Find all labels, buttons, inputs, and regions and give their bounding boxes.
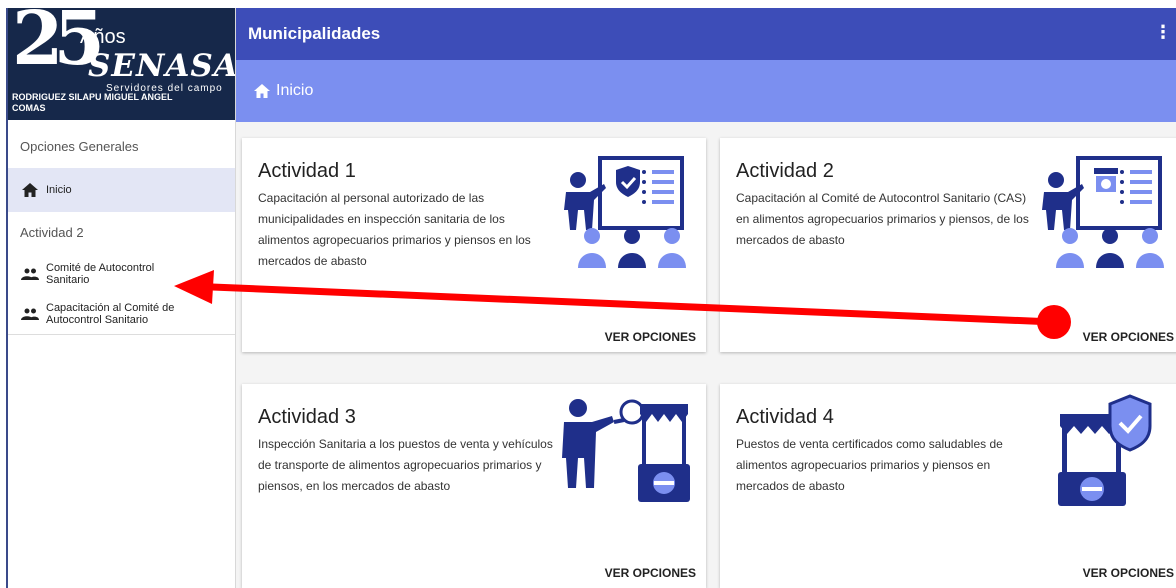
card-description: Inspección Sanitaria a los puestos de ve… — [258, 437, 553, 493]
brand-logo: 25 Años SENASA Servidores del campo RODR… — [8, 8, 235, 120]
label-line1: Comité de Autocontrol — [46, 262, 155, 274]
activity-card-4: Actividad 4 Puestos de venta certificado… — [720, 384, 1176, 588]
sidebar-section-general: Opciones Generales — [20, 139, 139, 154]
card-description: Puestos de venta certificados como salud… — [736, 437, 1003, 493]
logo-anos: Años — [80, 26, 126, 48]
ver-opciones-button[interactable]: VER OPCIONES — [1083, 566, 1174, 580]
activity-card-1: Actividad 1 Capacitación al personal aut… — [242, 138, 706, 352]
card-title: Actividad 1 — [258, 160, 356, 182]
activity-card-2: Actividad 2 Capacitación al Comité de Au… — [720, 138, 1176, 352]
user-name-line2: COMAS — [12, 103, 46, 113]
top-app-bar: Municipalidades ⋮ — [236, 8, 1176, 60]
sidebar-divider — [8, 334, 235, 335]
ver-opciones-button[interactable]: VER OPCIONES — [605, 566, 696, 580]
label-line2: Sanitario — [46, 274, 90, 286]
home-icon — [254, 84, 270, 98]
user-name-line1: RODRIGUEZ SILAPU MIGUEL ANGEL — [12, 92, 173, 102]
breadcrumb-bar: Inicio — [236, 60, 1176, 122]
sidebar-item-comite[interactable]: Comité de Autocontrol Sanitario — [8, 254, 235, 294]
group-icon — [20, 268, 40, 280]
app-window: 25 Años SENASA Servidores del campo RODR… — [6, 8, 1176, 588]
sidebar-section-activity: Actividad 2 — [20, 225, 84, 240]
sidebar-item-label: Inicio — [46, 184, 72, 196]
sidebar-item-label: Comité de Autocontrol Sanitario — [46, 262, 154, 286]
sidebar: 25 Años SENASA Servidores del campo RODR… — [8, 8, 236, 588]
certified-stall-icon — [1058, 394, 1152, 506]
page-title: Municipalidades — [248, 24, 381, 43]
ver-opciones-button[interactable]: VER OPCIONES — [605, 330, 696, 344]
logo-senasa: SENASA — [88, 48, 235, 84]
training-presentation-icon — [564, 156, 686, 268]
label-line1: Capacitación al Comité de — [46, 302, 175, 314]
card-description: Capacitación al Comité de Autocontrol Sa… — [736, 191, 1029, 247]
card-title: Actividad 4 — [736, 406, 834, 428]
inspector-stall-icon — [562, 399, 690, 502]
breadcrumb[interactable]: Inicio — [254, 82, 313, 100]
sidebar-item-inicio[interactable]: Inicio — [8, 168, 235, 212]
ver-opciones-button[interactable]: VER OPCIONES — [1083, 330, 1174, 344]
group-icon — [20, 308, 40, 320]
user-name: RODRIGUEZ SILAPU MIGUEL ANGEL COMAS — [12, 92, 212, 114]
market-training-icon — [1042, 156, 1164, 268]
kebab-menu-icon[interactable]: ⋮ — [1154, 22, 1172, 43]
label-line2: Autocontrol Sanitario — [46, 314, 149, 326]
sidebar-item-capacitacion[interactable]: Capacitación al Comité de Autocontrol Sa… — [8, 294, 235, 334]
breadcrumb-label: Inicio — [276, 82, 314, 99]
card-title: Actividad 3 — [258, 406, 356, 428]
sidebar-item-label: Capacitación al Comité de Autocontrol Sa… — [46, 302, 174, 326]
home-icon — [20, 183, 40, 197]
activity-card-3: Actividad 3 Inspección Sanitaria a los p… — [242, 384, 706, 588]
card-title: Actividad 2 — [736, 160, 834, 182]
main-content: Actividad 1 Capacitación al personal aut… — [236, 122, 1176, 588]
card-description: Capacitación al personal autorizado de l… — [258, 191, 531, 268]
